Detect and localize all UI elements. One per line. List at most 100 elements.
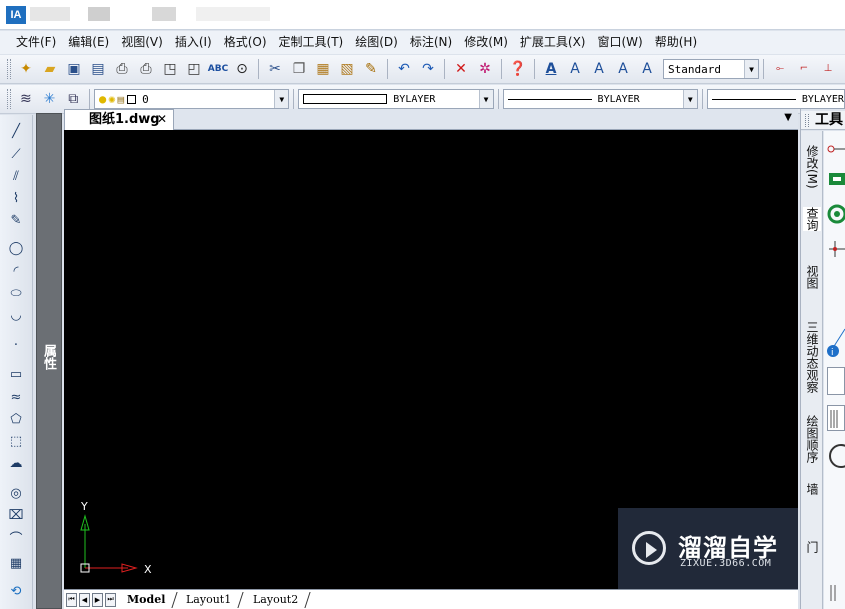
palette-tab-modify[interactable]: 修改(M) bbox=[803, 145, 821, 189]
insert-block-icon[interactable]: ⌧ bbox=[5, 505, 27, 525]
single-text-icon[interactable]: A bbox=[564, 58, 586, 80]
color-select[interactable]: BYLAYER ▼ bbox=[298, 89, 494, 109]
line-icon[interactable]: ╱ bbox=[5, 121, 27, 141]
help-icon[interactable]: ❓ bbox=[507, 58, 529, 80]
spline-icon[interactable]: ≈ bbox=[5, 387, 27, 407]
polygon-icon[interactable]: ⬠ bbox=[5, 409, 27, 429]
menu-extension-tools[interactable]: 扩展工具(X) bbox=[514, 32, 592, 53]
menu-file[interactable]: 文件(F) bbox=[10, 32, 62, 53]
area-tool-icon[interactable] bbox=[827, 169, 845, 189]
freehand-icon[interactable]: ✎ bbox=[5, 210, 27, 230]
cut-icon[interactable]: ✂ bbox=[264, 58, 286, 80]
purge-icon[interactable]: ✲ bbox=[474, 58, 496, 80]
open-file-icon[interactable]: ▰ bbox=[39, 58, 61, 80]
menu-draw[interactable]: 绘图(D) bbox=[349, 32, 404, 53]
close-icon[interactable]: ✕ bbox=[157, 110, 167, 129]
polyline-icon[interactable]: ⌇ bbox=[5, 188, 27, 208]
menu-view[interactable]: 视图(V) bbox=[115, 32, 169, 53]
save-icon[interactable]: ▣ bbox=[63, 58, 85, 80]
menu-window[interactable]: 窗口(W) bbox=[592, 32, 649, 53]
toolbar-grip[interactable] bbox=[7, 89, 11, 109]
construction-line-icon[interactable]: ⟋ bbox=[5, 144, 27, 164]
time-tool-icon[interactable] bbox=[827, 367, 845, 395]
toolbar-grip[interactable] bbox=[7, 59, 11, 79]
tab-layout1[interactable]: Layout1 bbox=[174, 591, 245, 608]
lineweight-select[interactable]: BYLAYER bbox=[706, 89, 845, 109]
chevron-down-icon[interactable]: ▼ bbox=[478, 90, 493, 108]
arc-icon[interactable]: ◜ bbox=[5, 261, 27, 281]
layer-previous-icon[interactable]: ✳ bbox=[39, 88, 61, 110]
paste-special-icon[interactable]: ▧ bbox=[336, 58, 358, 80]
locate-point-tool-icon[interactable] bbox=[827, 239, 845, 259]
scroll-down-icon[interactable] bbox=[827, 583, 845, 603]
multiline-text-icon[interactable]: A bbox=[588, 58, 610, 80]
distance-tool-icon[interactable] bbox=[827, 139, 845, 159]
match-properties-icon[interactable]: ✎ bbox=[360, 58, 382, 80]
prev-tab-icon[interactable]: ◀ bbox=[79, 592, 90, 607]
list-info-tool-icon[interactable]: i bbox=[827, 327, 845, 358]
layer-state-icon[interactable]: ⧉ bbox=[62, 88, 84, 110]
setvar-tool-icon[interactable] bbox=[827, 443, 845, 468]
donut-icon[interactable]: ◎ bbox=[5, 483, 27, 503]
menu-dimension[interactable]: 标注(N) bbox=[404, 32, 458, 53]
text-style-icon[interactable]: A bbox=[540, 58, 562, 80]
point-icon[interactable]: · bbox=[5, 335, 27, 355]
multiline-icon[interactable]: ⫽ bbox=[5, 166, 27, 186]
tab-list-chevron-icon[interactable]: ▼ bbox=[784, 112, 792, 123]
last-tab-icon[interactable]: ⏭ bbox=[105, 592, 116, 607]
palette-tab-3d-orbit[interactable]: 三维动态观察 bbox=[803, 321, 821, 393]
menu-help[interactable]: 帮助(H) bbox=[649, 32, 703, 53]
delete-icon[interactable]: ✕ bbox=[450, 58, 472, 80]
tab-layout2[interactable]: Layout2 bbox=[240, 591, 311, 608]
print-icon[interactable]: ⎙ bbox=[111, 58, 133, 80]
copy-icon[interactable]: ❐ bbox=[288, 58, 310, 80]
properties-panel[interactable]: 属性 bbox=[36, 113, 62, 609]
palette-tab-inquiry[interactable]: 查询 bbox=[803, 207, 821, 231]
region-mass-tool-icon[interactable] bbox=[827, 203, 845, 224]
revision-cloud-icon[interactable]: ☁ bbox=[5, 453, 27, 473]
layer-manager-icon[interactable]: ≋ bbox=[15, 88, 37, 110]
find-icon[interactable]: ⊙ bbox=[231, 58, 253, 80]
palette-tab-view[interactable]: 视图 bbox=[803, 265, 821, 289]
tool-palette-header[interactable]: 工具 bbox=[801, 111, 845, 130]
plot-icon[interactable]: ⎙ bbox=[135, 58, 157, 80]
text-style-select[interactable]: Standard ▼ bbox=[663, 59, 759, 79]
fillet-icon[interactable]: ⌒ bbox=[5, 527, 27, 547]
menu-modify[interactable]: 修改(M) bbox=[458, 32, 514, 53]
paste-icon[interactable]: ▦ bbox=[312, 58, 334, 80]
first-tab-icon[interactable]: ⏮ bbox=[66, 592, 77, 607]
palette-tab-wall[interactable]: 墙 bbox=[803, 483, 821, 495]
region-icon[interactable]: ⬚ bbox=[5, 431, 27, 451]
edit-text-icon[interactable]: A bbox=[612, 58, 634, 80]
chevron-down-icon[interactable]: ▼ bbox=[682, 90, 697, 108]
redo-icon[interactable]: ↷ bbox=[417, 58, 439, 80]
dimension-ordinate-icon[interactable]: ⊥ bbox=[817, 58, 839, 80]
dimension-aligned-icon[interactable]: ⌐ bbox=[793, 58, 815, 80]
print-preview-icon[interactable]: ◳ bbox=[159, 58, 181, 80]
layer-select[interactable]: ● ✺ ▤ 0 ▼ bbox=[94, 89, 290, 109]
menu-custom-tools[interactable]: 定制工具(T) bbox=[273, 32, 350, 53]
status-tool-icon[interactable] bbox=[827, 405, 845, 431]
publish-icon[interactable]: ◰ bbox=[183, 58, 205, 80]
dimension-linear-icon[interactable]: ⟜ bbox=[769, 58, 791, 80]
menu-format[interactable]: 格式(O) bbox=[218, 32, 273, 53]
ellipse-arc-icon[interactable]: ◡ bbox=[5, 305, 27, 325]
next-tab-icon[interactable]: ▶ bbox=[92, 592, 103, 607]
palette-tab-draw-order[interactable]: 绘图顺序 bbox=[803, 415, 821, 463]
panel-grip[interactable] bbox=[805, 114, 809, 127]
document-tab[interactable]: 图纸1.dwg ✕ bbox=[64, 109, 174, 130]
menu-edit[interactable]: 编辑(E) bbox=[62, 32, 115, 53]
find-text-icon[interactable]: A bbox=[636, 58, 658, 80]
ellipse-icon[interactable]: ⬭ bbox=[5, 283, 27, 303]
table-icon[interactable]: ▦ bbox=[5, 553, 27, 573]
palette-tab-door[interactable]: 门 bbox=[803, 541, 821, 553]
linetype-select[interactable]: BYLAYER ▼ bbox=[502, 89, 698, 109]
chevron-down-icon[interactable]: ▼ bbox=[274, 90, 289, 108]
tab-model[interactable]: Model bbox=[115, 591, 178, 608]
chevron-down-icon[interactable]: ▼ bbox=[744, 60, 758, 78]
undo-icon[interactable]: ↶ bbox=[393, 58, 415, 80]
menu-insert[interactable]: 插入(I) bbox=[169, 32, 218, 53]
rectangle-icon[interactable]: ▭ bbox=[5, 364, 27, 384]
circle-icon[interactable]: ◯ bbox=[5, 238, 27, 258]
refresh-icon[interactable]: ⟲ bbox=[5, 581, 27, 601]
